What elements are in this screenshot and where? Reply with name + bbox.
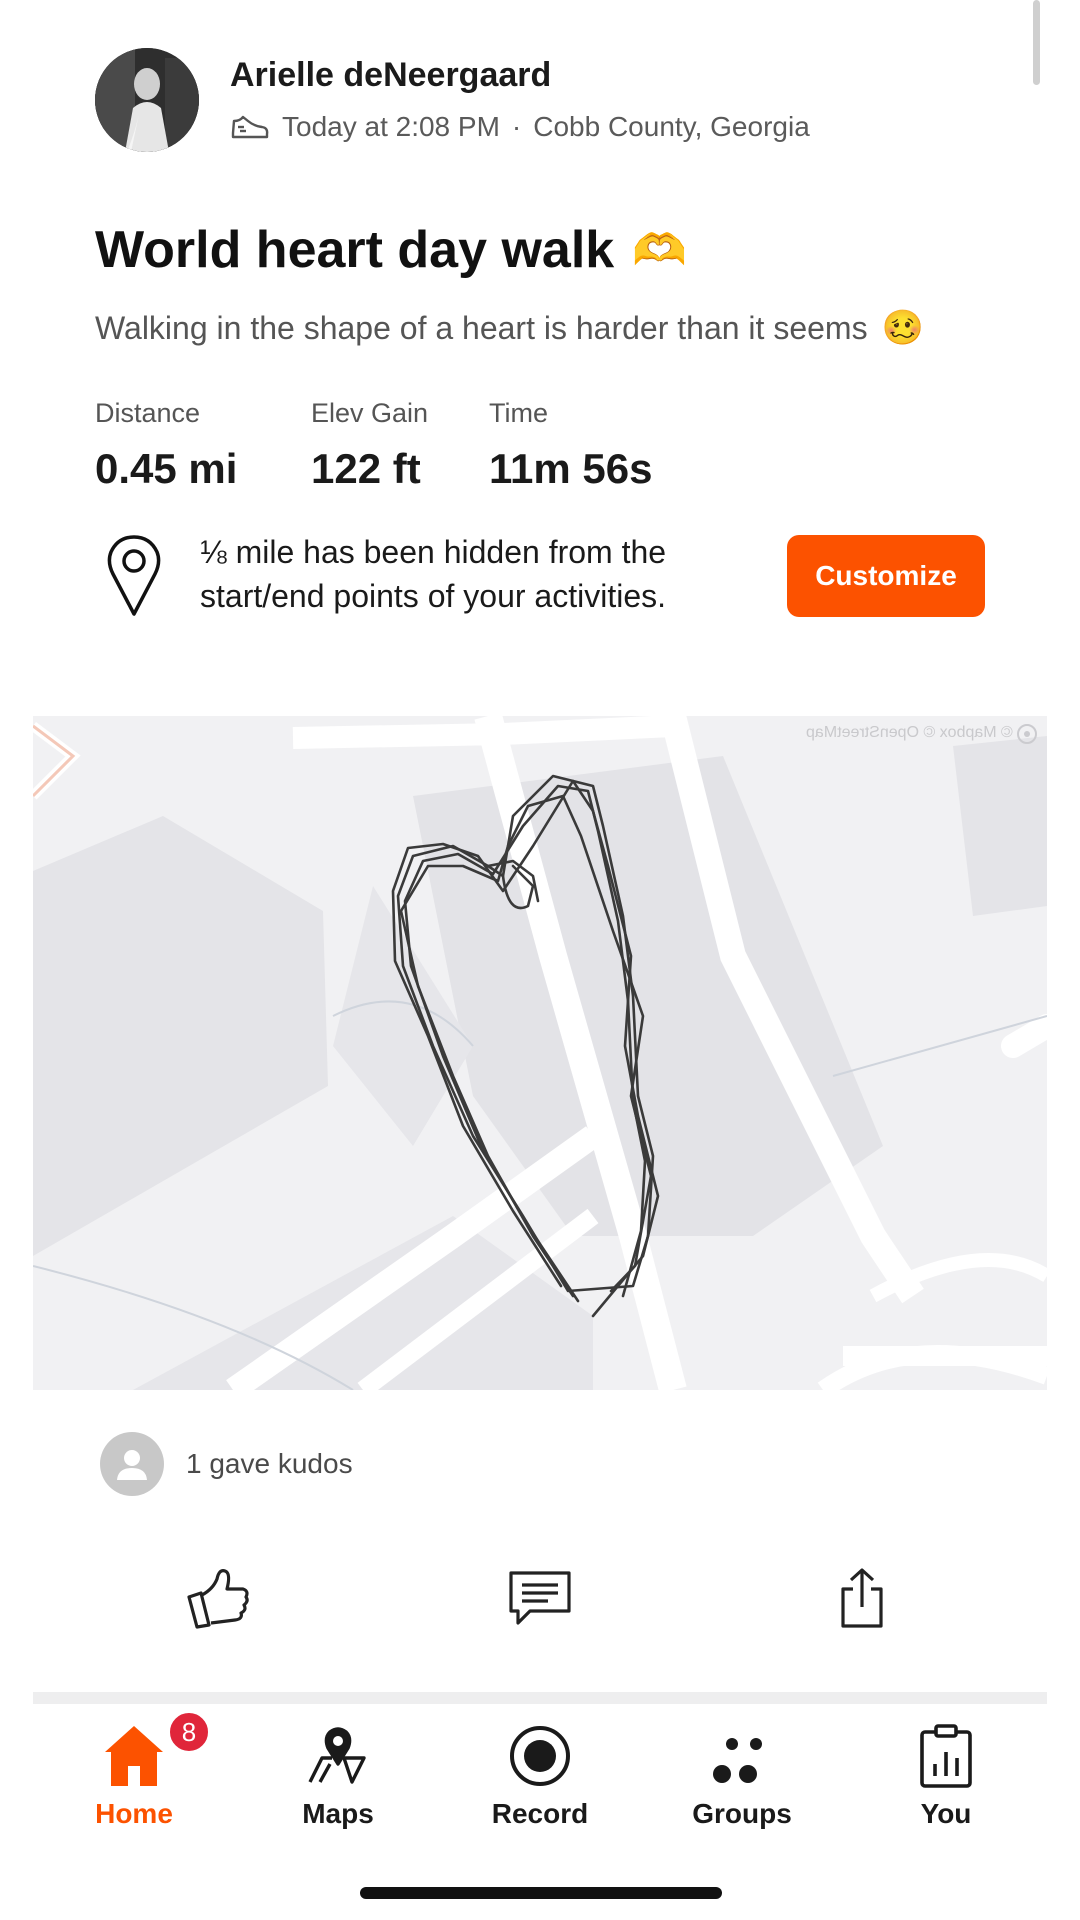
record-icon (508, 1710, 572, 1788)
stat-time: Time 11m 56s (489, 398, 653, 493)
bottom-tab-bar: 8 Home Maps Record Groups You (0, 1710, 1080, 1840)
tab-groups[interactable]: Groups (662, 1710, 822, 1840)
notification-badge: 8 (167, 1710, 211, 1754)
tab-label: You (920, 1798, 972, 1829)
privacy-notice: ⅛ mile has been hidden from the start/en… (95, 530, 995, 630)
stat-label: Distance (95, 398, 201, 428)
home-icon: 8 (103, 1710, 211, 1788)
kudos-summary[interactable]: 1 gave kudos (100, 1432, 353, 1496)
activity-timestamp: Today at 2:08 PM (282, 111, 500, 142)
privacy-message: ⅛ mile has been hidden from the start/en… (200, 534, 667, 614)
activity-title[interactable]: World heart day walk (95, 220, 614, 280)
map-icon (306, 1710, 370, 1788)
activity-title-row[interactable]: World heart day walk 🫶 (95, 220, 687, 280)
meta-separator: · (511, 111, 522, 142)
tab-record[interactable]: Record (460, 1710, 620, 1840)
groups-icon (710, 1710, 774, 1788)
kudos-count: 1 gave kudos (186, 1448, 353, 1479)
map-attribution[interactable]: © Mapbox © OpenStreetMap (806, 724, 1013, 742)
activity-description-row: Walking in the shape of a heart is harde… (95, 308, 924, 348)
share-button[interactable] (822, 1565, 902, 1635)
stat-distance: Distance 0.45 mi (95, 398, 237, 493)
tab-label: Groups (692, 1798, 792, 1829)
activity-header: Arielle deNeergaard Today at 2:08 PM · C… (95, 48, 1020, 156)
activity-actions (0, 1565, 1080, 1635)
section-divider (33, 1692, 1047, 1704)
location-pin-icon (105, 534, 163, 623)
comment-button[interactable] (500, 1565, 580, 1635)
tab-you[interactable]: You (866, 1710, 1026, 1840)
tab-home[interactable]: 8 Home (54, 1710, 214, 1840)
you-icon (919, 1710, 973, 1788)
share-icon (839, 1567, 885, 1634)
comment-icon (508, 1569, 572, 1632)
activity-description: Walking in the shape of a heart is harde… (95, 309, 868, 346)
scrollbar-thumb[interactable] (1033, 0, 1040, 85)
activity-meta: Today at 2:08 PM · Cobb County, Georgia (230, 111, 810, 143)
tab-label: Home (95, 1798, 173, 1829)
tab-maps[interactable]: Maps (258, 1710, 418, 1840)
stat-value: 0.45 mi (95, 445, 238, 492)
tab-label: Record (491, 1798, 589, 1829)
stat-elev-gain: Elev Gain 122 ft (311, 398, 428, 493)
kudos-button[interactable] (178, 1565, 258, 1635)
stat-value: 122 ft (311, 445, 421, 492)
woozy-face-emoji: 🥴 (881, 309, 924, 347)
activity-map[interactable]: © Mapbox © OpenStreetMap (33, 716, 1047, 1390)
heart-hands-emoji: 🫶 (632, 226, 687, 275)
walking-shoe-icon (230, 113, 270, 141)
tab-label: Maps (302, 1798, 374, 1829)
stat-label: Time (489, 398, 548, 428)
customize-button[interactable]: Customize (787, 535, 985, 617)
home-indicator[interactable] (360, 1887, 722, 1899)
owner-name[interactable]: Arielle deNeergaard (230, 56, 551, 95)
stat-value: 11m 56s (489, 445, 653, 492)
owner-avatar[interactable] (95, 48, 199, 152)
thumbs-up-icon (185, 1567, 251, 1634)
kudos-avatar-placeholder (100, 1432, 164, 1496)
stat-label: Elev Gain (311, 398, 429, 428)
activity-location: Cobb County, Georgia (533, 111, 810, 142)
